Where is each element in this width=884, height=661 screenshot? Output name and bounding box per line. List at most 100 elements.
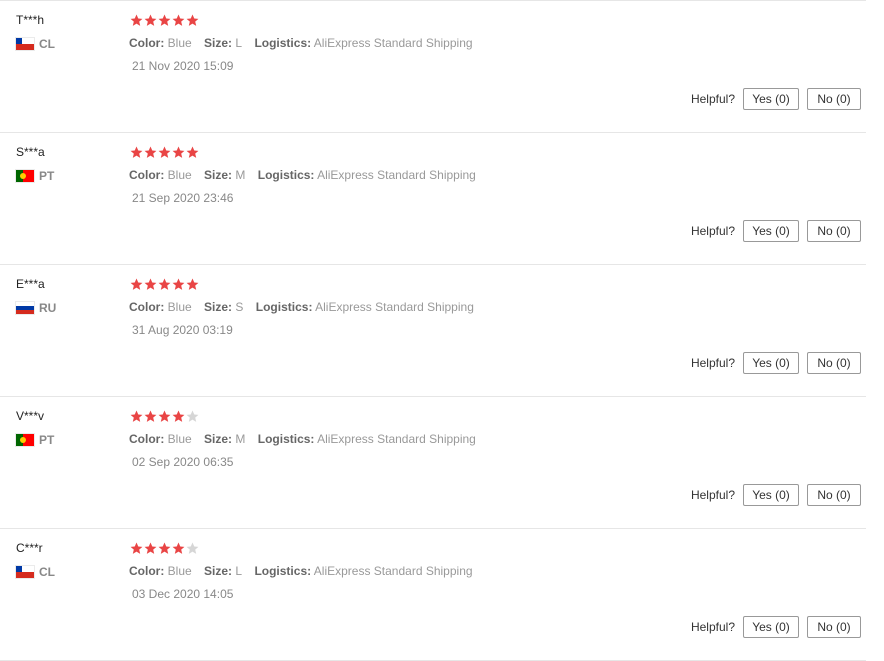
- star-filled-icon: [158, 278, 171, 290]
- country-code: CL: [39, 565, 55, 579]
- reviewer-name: E***a: [16, 277, 45, 291]
- review-date: 31 Aug 2020 03:19: [132, 323, 233, 337]
- reviewer-country: PT: [16, 169, 54, 183]
- size-label: Size:: [204, 300, 233, 314]
- helpful-no-button[interactable]: No (0): [807, 88, 861, 110]
- chile-flag-icon: [16, 566, 34, 578]
- star-filled-icon: [172, 14, 185, 26]
- size-value: M: [235, 168, 246, 182]
- review-item: S***a PT Color: Blue Size: M Logistics: …: [0, 133, 866, 265]
- country-code: PT: [39, 169, 55, 183]
- star-filled-icon: [144, 410, 157, 422]
- review-item: E***a RU Color: Blue Size: S Logistics: …: [0, 265, 866, 397]
- star-filled-icon: [172, 278, 185, 290]
- star-rating: [130, 146, 199, 160]
- star-filled-icon: [144, 146, 157, 158]
- star-empty-icon: [186, 542, 199, 554]
- russia-flag-icon: [16, 302, 34, 314]
- reviewer-country: RU: [16, 301, 56, 315]
- size-value: L: [235, 36, 243, 50]
- color-label: Color:: [129, 168, 165, 182]
- helpful-yes-button[interactable]: Yes (0): [743, 352, 799, 374]
- review-date: 21 Sep 2020 23:46: [132, 191, 234, 205]
- helpful-vote: Helpful? Yes (0) No (0): [691, 88, 861, 110]
- color-value: Blue: [167, 564, 192, 578]
- review-item: V***v PT Color: Blue Size: M Logistics: …: [0, 397, 866, 529]
- helpful-label: Helpful?: [690, 488, 735, 502]
- star-filled-icon: [186, 14, 199, 26]
- reviewer-name: T***h: [16, 13, 45, 27]
- logistics-value: AliExpress Standard Shipping: [317, 432, 476, 446]
- logistics-label: Logistics:: [254, 564, 312, 578]
- reviewer-country: CL: [16, 37, 55, 51]
- logistics-label: Logistics:: [257, 432, 315, 446]
- star-filled-icon: [186, 146, 199, 158]
- color-label: Color:: [129, 564, 165, 578]
- review-attributes: Color: Blue Size: M Logistics: AliExpres…: [129, 168, 476, 182]
- country-code: RU: [39, 301, 57, 315]
- helpful-yes-button[interactable]: Yes (0): [743, 88, 799, 110]
- portugal-flag-icon: [16, 170, 34, 182]
- star-rating: [130, 14, 199, 28]
- helpful-vote: Helpful? Yes (0) No (0): [691, 352, 861, 374]
- size-label: Size:: [204, 168, 233, 182]
- star-rating: [130, 410, 199, 424]
- helpful-vote: Helpful? Yes (0) No (0): [691, 616, 861, 638]
- star-filled-icon: [186, 278, 199, 290]
- review-attributes: Color: Blue Size: L Logistics: AliExpres…: [129, 36, 473, 50]
- helpful-vote: Helpful? Yes (0) No (0): [691, 220, 861, 242]
- star-filled-icon: [158, 410, 171, 422]
- reviewer-country: CL: [16, 565, 55, 579]
- star-filled-icon: [172, 146, 185, 158]
- review-date: 21 Nov 2020 15:09: [132, 59, 234, 73]
- helpful-yes-button[interactable]: Yes (0): [743, 484, 799, 506]
- logistics-value: AliExpress Standard Shipping: [315, 300, 474, 314]
- logistics-value: AliExpress Standard Shipping: [317, 168, 476, 182]
- star-filled-icon: [172, 410, 185, 422]
- country-code: PT: [39, 433, 55, 447]
- size-label: Size:: [204, 36, 233, 50]
- logistics-value: AliExpress Standard Shipping: [313, 36, 473, 50]
- review-date: 02 Sep 2020 06:35: [132, 455, 234, 469]
- star-filled-icon: [158, 542, 171, 554]
- helpful-label: Helpful?: [690, 620, 735, 634]
- size-value: S: [235, 300, 244, 314]
- review-attributes: Color: Blue Size: M Logistics: AliExpres…: [129, 432, 476, 446]
- reviewer-name: C***r: [16, 541, 43, 555]
- review-date: 03 Dec 2020 14:05: [132, 587, 234, 601]
- helpful-yes-button[interactable]: Yes (0): [743, 220, 799, 242]
- size-label: Size:: [204, 432, 233, 446]
- star-filled-icon: [158, 146, 171, 158]
- star-rating: [130, 278, 199, 292]
- helpful-no-button[interactable]: No (0): [807, 220, 861, 242]
- star-filled-icon: [144, 278, 157, 290]
- star-empty-icon: [186, 410, 199, 422]
- logistics-label: Logistics:: [255, 300, 313, 314]
- reviewer-name: S***a: [16, 145, 45, 159]
- review-attributes: Color: Blue Size: L Logistics: AliExpres…: [129, 564, 473, 578]
- reviewer-country: PT: [16, 433, 54, 447]
- review-item: T***h CL Color: Blue Size: L Logistics: …: [0, 1, 866, 133]
- star-filled-icon: [172, 542, 185, 554]
- logistics-label: Logistics:: [257, 168, 315, 182]
- star-filled-icon: [144, 14, 157, 26]
- star-filled-icon: [130, 410, 143, 422]
- logistics-value: AliExpress Standard Shipping: [313, 564, 473, 578]
- helpful-label: Helpful?: [690, 224, 735, 238]
- helpful-no-button[interactable]: No (0): [807, 484, 861, 506]
- helpful-no-button[interactable]: No (0): [807, 616, 861, 638]
- color-label: Color:: [129, 300, 165, 314]
- helpful-label: Helpful?: [690, 92, 735, 106]
- color-value: Blue: [167, 168, 192, 182]
- star-rating: [130, 542, 199, 556]
- chile-flag-icon: [16, 38, 34, 50]
- reviewer-name: V***v: [16, 409, 45, 423]
- helpful-yes-button[interactable]: Yes (0): [743, 616, 799, 638]
- review-item: C***r CL Color: Blue Size: L Logistics: …: [0, 529, 866, 661]
- color-value: Blue: [167, 432, 192, 446]
- star-filled-icon: [130, 146, 143, 158]
- helpful-no-button[interactable]: No (0): [807, 352, 861, 374]
- review-attributes: Color: Blue Size: S Logistics: AliExpres…: [129, 300, 474, 314]
- size-label: Size:: [204, 564, 233, 578]
- star-filled-icon: [158, 14, 171, 26]
